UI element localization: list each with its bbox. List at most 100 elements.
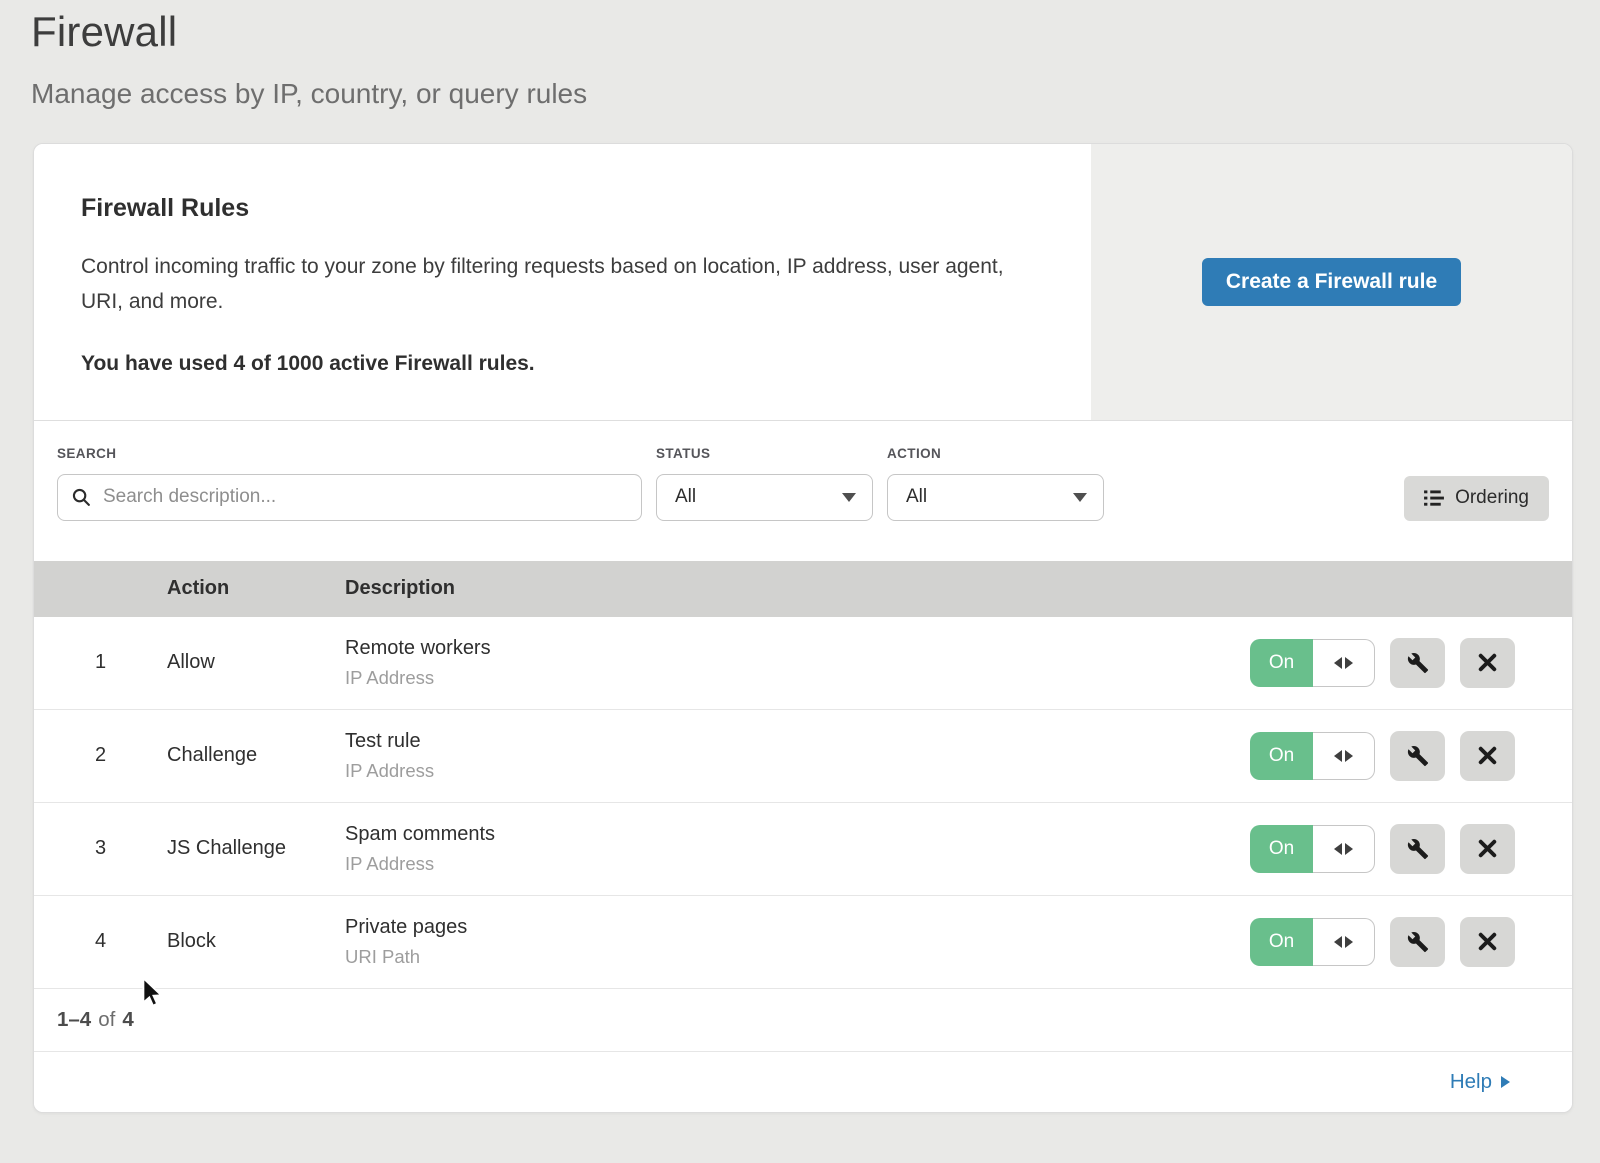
close-icon — [1478, 839, 1497, 858]
delete-rule-button[interactable] — [1460, 638, 1515, 688]
delete-rule-button[interactable] — [1460, 917, 1515, 967]
pagination-of-label: of — [98, 1008, 115, 1032]
toggle-on-state[interactable]: On — [1250, 639, 1313, 687]
page-header: Firewall Manage access by IP, country, o… — [0, 0, 1600, 110]
action-label: ACTION — [887, 446, 1104, 461]
rule-description: Remote workers — [345, 637, 1250, 660]
table-row: 1 Allow Remote workers IP Address On — [34, 617, 1572, 710]
rule-description-cell: Private pages URI Path — [345, 916, 1250, 968]
toggle-move-handle[interactable] — [1313, 732, 1375, 780]
edit-rule-button[interactable] — [1390, 638, 1445, 688]
intro-section: Firewall Rules Control incoming traffic … — [34, 144, 1572, 421]
card-footer: Help — [34, 1052, 1572, 1112]
search-input-wrap — [57, 474, 642, 521]
rule-controls: On — [1250, 638, 1572, 688]
rule-priority: 4 — [34, 930, 167, 953]
pagination-range: 1–4 — [57, 1008, 91, 1032]
edit-rule-button[interactable] — [1390, 917, 1445, 967]
rule-controls: On — [1250, 731, 1572, 781]
help-link-label: Help — [1450, 1070, 1492, 1094]
filters-section: SEARCH STATUS All ACTION All — [34, 421, 1572, 561]
edit-rule-button[interactable] — [1390, 824, 1445, 874]
status-select[interactable]: All — [656, 474, 873, 521]
rule-action: Block — [167, 930, 345, 953]
arrow-right-icon — [1345, 843, 1353, 855]
intro-text-panel: Firewall Rules Control incoming traffic … — [34, 144, 1091, 420]
rule-enable-toggle: On — [1250, 732, 1375, 780]
firewall-rules-card: Firewall Rules Control incoming traffic … — [33, 143, 1573, 1113]
page-title: Firewall — [31, 8, 1600, 56]
toggle-move-handle[interactable] — [1313, 918, 1375, 966]
toggle-move-handle[interactable] — [1313, 825, 1375, 873]
table-row: 3 JS Challenge Spam comments IP Address … — [34, 803, 1572, 896]
pagination-total: 4 — [122, 1008, 133, 1032]
arrow-right-icon — [1345, 750, 1353, 762]
search-filter: SEARCH — [57, 446, 642, 521]
create-firewall-rule-button[interactable]: Create a Firewall rule — [1202, 258, 1461, 306]
arrow-left-icon — [1334, 936, 1342, 948]
rule-description: Spam comments — [345, 823, 1250, 846]
rule-controls: On — [1250, 824, 1572, 874]
rule-description: Test rule — [345, 730, 1250, 753]
arrow-right-icon — [1345, 936, 1353, 948]
toggle-move-handle[interactable] — [1313, 639, 1375, 687]
toggle-on-state[interactable]: On — [1250, 732, 1313, 780]
close-icon — [1478, 746, 1497, 765]
rule-priority: 2 — [34, 744, 167, 767]
arrow-right-icon — [1501, 1076, 1510, 1088]
delete-rule-button[interactable] — [1460, 731, 1515, 781]
close-icon — [1478, 653, 1497, 672]
wrench-icon — [1407, 652, 1429, 674]
arrow-left-icon — [1334, 750, 1342, 762]
description-column-header: Description — [345, 577, 1572, 600]
search-input[interactable] — [57, 474, 642, 521]
section-title: Firewall Rules — [81, 194, 1036, 223]
chevron-down-icon — [842, 493, 856, 502]
wrench-icon — [1407, 745, 1429, 767]
table-header: Action Description — [34, 561, 1572, 617]
search-label: SEARCH — [57, 446, 642, 461]
usage-text: You have used 4 of 1000 active Firewall … — [81, 352, 1036, 376]
status-label: STATUS — [656, 446, 873, 461]
toggle-on-state[interactable]: On — [1250, 918, 1313, 966]
status-filter: STATUS All — [656, 446, 873, 521]
rule-enable-toggle: On — [1250, 918, 1375, 966]
rule-description-cell: Spam comments IP Address — [345, 823, 1250, 875]
ordered-list-icon — [1424, 490, 1444, 506]
action-filter: ACTION All — [887, 446, 1104, 521]
ordering-button-label: Ordering — [1455, 487, 1529, 509]
rule-match-type: IP Address — [345, 760, 1250, 782]
chevron-down-icon — [1073, 493, 1087, 502]
rules-table-body: 1 Allow Remote workers IP Address On — [34, 617, 1572, 989]
rule-controls: On — [1250, 917, 1572, 967]
ordering-button[interactable]: Ordering — [1404, 476, 1549, 521]
arrow-left-icon — [1334, 843, 1342, 855]
rule-priority: 3 — [34, 837, 167, 860]
pagination: 1–4 of 4 — [34, 989, 1572, 1052]
arrow-left-icon — [1334, 657, 1342, 669]
rule-action: JS Challenge — [167, 837, 345, 860]
page-subtitle: Manage access by IP, country, or query r… — [31, 78, 1600, 110]
rule-description: Private pages — [345, 916, 1250, 939]
arrow-right-icon — [1345, 657, 1353, 669]
rule-description-cell: Remote workers IP Address — [345, 637, 1250, 689]
rule-enable-toggle: On — [1250, 639, 1375, 687]
rule-action: Challenge — [167, 744, 345, 767]
search-icon — [71, 487, 92, 508]
rule-enable-toggle: On — [1250, 825, 1375, 873]
rule-match-type: IP Address — [345, 667, 1250, 689]
action-select[interactable]: All — [887, 474, 1104, 521]
rule-match-type: URI Path — [345, 946, 1250, 968]
table-row: 4 Block Private pages URI Path On — [34, 896, 1572, 989]
action-select-value: All — [906, 486, 927, 508]
wrench-icon — [1407, 931, 1429, 953]
status-select-value: All — [675, 486, 696, 508]
rule-description-cell: Test rule IP Address — [345, 730, 1250, 782]
toggle-on-state[interactable]: On — [1250, 825, 1313, 873]
delete-rule-button[interactable] — [1460, 824, 1515, 874]
close-icon — [1478, 932, 1497, 951]
action-column-header: Action — [167, 577, 345, 600]
rule-priority: 1 — [34, 651, 167, 674]
help-link[interactable]: Help — [1450, 1070, 1510, 1094]
edit-rule-button[interactable] — [1390, 731, 1445, 781]
